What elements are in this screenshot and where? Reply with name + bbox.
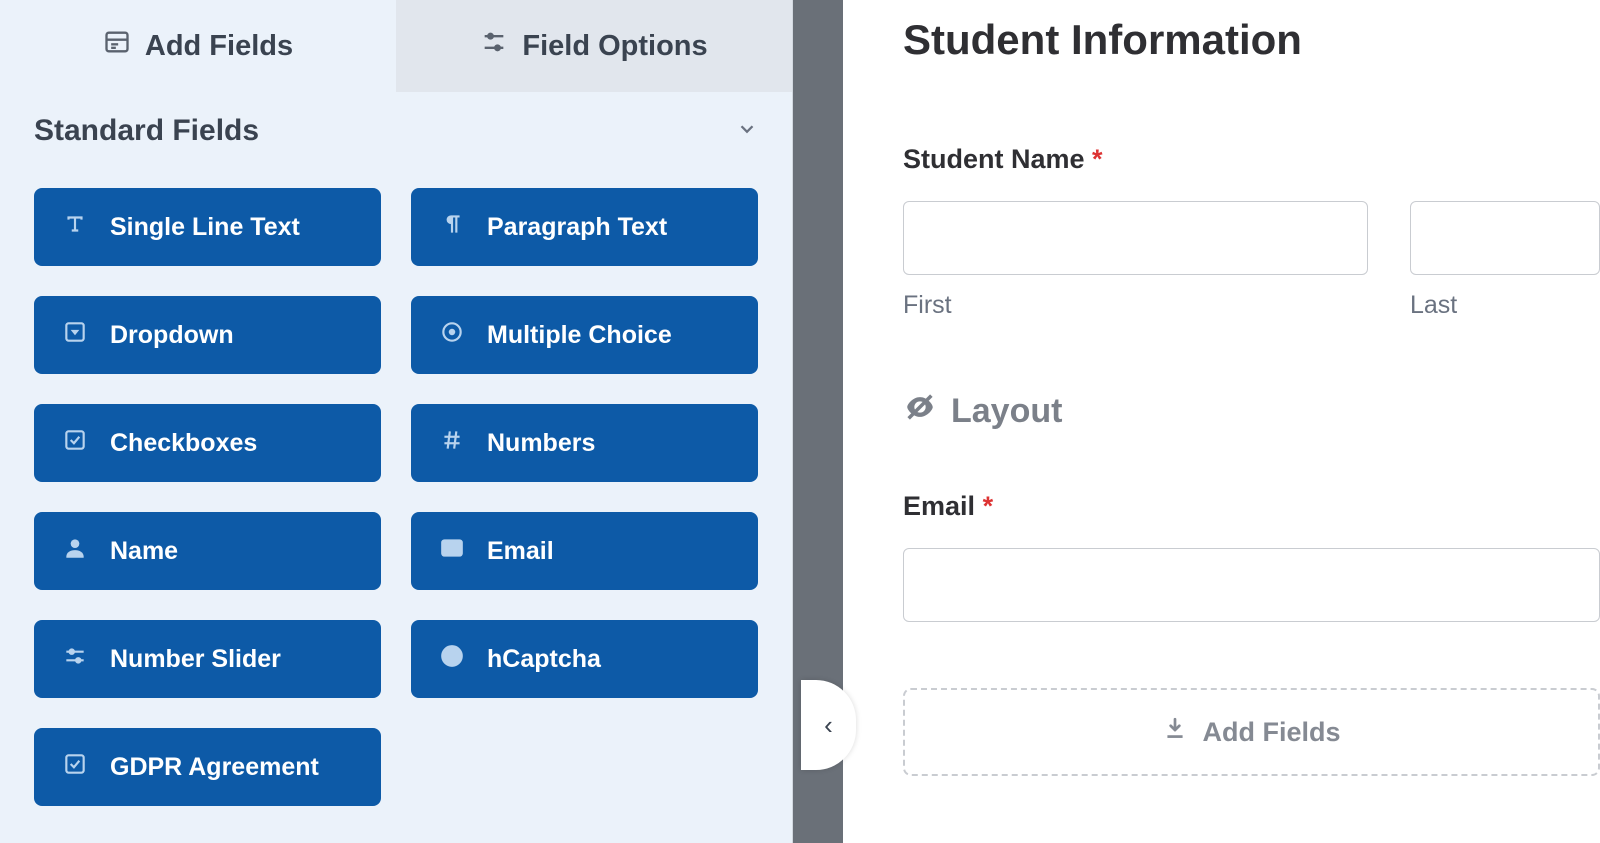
text-icon [62, 211, 88, 244]
field-dropdown[interactable]: Dropdown [34, 296, 381, 374]
paragraph-icon [439, 211, 465, 244]
checkbox-icon [62, 427, 88, 460]
field-label: Dropdown [110, 321, 234, 350]
layout-label: Layout [951, 392, 1062, 431]
panel-tabs: Add Fields Field Options [0, 0, 792, 92]
chevron-down-icon [736, 118, 758, 145]
fields-panel: Add Fields Field Options Standard Fields… [0, 0, 793, 843]
section-title: Standard Fields [34, 114, 259, 148]
field-label: Multiple Choice [487, 321, 672, 350]
add-fields-dropzone[interactable]: Add Fields [903, 688, 1600, 776]
email-icon [439, 535, 465, 568]
panel-gutter: ‹ [793, 0, 843, 843]
name-inputs-row: First Last [903, 201, 1600, 320]
field-label: hCaptcha [487, 645, 601, 674]
hash-icon [439, 427, 465, 460]
slider-icon [62, 643, 88, 676]
field-label: Paragraph Text [487, 213, 667, 242]
field-number-slider[interactable]: Number Slider [34, 620, 381, 698]
field-grid: Single Line Text Paragraph Text Dropdown… [0, 158, 792, 836]
form-field-email[interactable]: Email * [903, 491, 1600, 622]
field-label: Name [110, 537, 178, 566]
field-label: Email [487, 537, 554, 566]
field-numbers[interactable]: Numbers [411, 404, 758, 482]
last-name-input[interactable] [1410, 201, 1600, 275]
field-label: Single Line Text [110, 213, 300, 242]
email-input[interactable] [903, 548, 1600, 622]
dropdown-icon [62, 319, 88, 352]
download-icon [1162, 716, 1188, 749]
email-label: Email * [903, 491, 1600, 522]
help-icon [439, 643, 465, 676]
label-text: Student Name [903, 144, 1085, 174]
student-name-label: Student Name * [903, 144, 1600, 175]
field-label: Number Slider [110, 645, 281, 674]
tab-add-fields-label: Add Fields [145, 30, 293, 63]
required-mark: * [983, 491, 994, 521]
field-gdpr-agreement[interactable]: GDPR Agreement [34, 728, 381, 806]
field-single-line-text[interactable]: Single Line Text [34, 188, 381, 266]
radio-icon [439, 319, 465, 352]
label-text: Email [903, 491, 975, 521]
field-name[interactable]: Name [34, 512, 381, 590]
checkbox-icon [62, 751, 88, 784]
field-multiple-choice[interactable]: Multiple Choice [411, 296, 758, 374]
first-name-col: First [903, 201, 1368, 320]
tab-field-options[interactable]: Field Options [396, 0, 792, 92]
chevron-left-icon: ‹ [824, 710, 833, 741]
form-title[interactable]: Student Information [903, 16, 1600, 64]
sliders-icon [480, 28, 508, 64]
tab-field-options-label: Field Options [522, 30, 707, 63]
section-header-standard-fields[interactable]: Standard Fields [0, 92, 792, 158]
user-icon [62, 535, 88, 568]
last-sublabel: Last [1410, 291, 1600, 320]
field-checkboxes[interactable]: Checkboxes [34, 404, 381, 482]
required-mark: * [1092, 144, 1103, 174]
add-fields-drop-label: Add Fields [1202, 717, 1340, 748]
field-email[interactable]: Email [411, 512, 758, 590]
first-sublabel: First [903, 291, 1368, 320]
form-field-layout[interactable]: Layout [903, 390, 1600, 433]
first-name-input[interactable] [903, 201, 1368, 275]
field-paragraph-text[interactable]: Paragraph Text [411, 188, 758, 266]
form-field-student-name[interactable]: Student Name * First Last [903, 144, 1600, 320]
field-label: Checkboxes [110, 429, 257, 458]
field-label: GDPR Agreement [110, 753, 319, 782]
form-canvas: Student Information Student Name * First… [843, 0, 1600, 843]
field-hcaptcha[interactable]: hCaptcha [411, 620, 758, 698]
tab-add-fields[interactable]: Add Fields [0, 0, 396, 92]
field-label: Numbers [487, 429, 595, 458]
eye-off-icon [903, 390, 937, 433]
last-name-col: Last [1410, 201, 1600, 320]
form-icon [103, 28, 131, 64]
